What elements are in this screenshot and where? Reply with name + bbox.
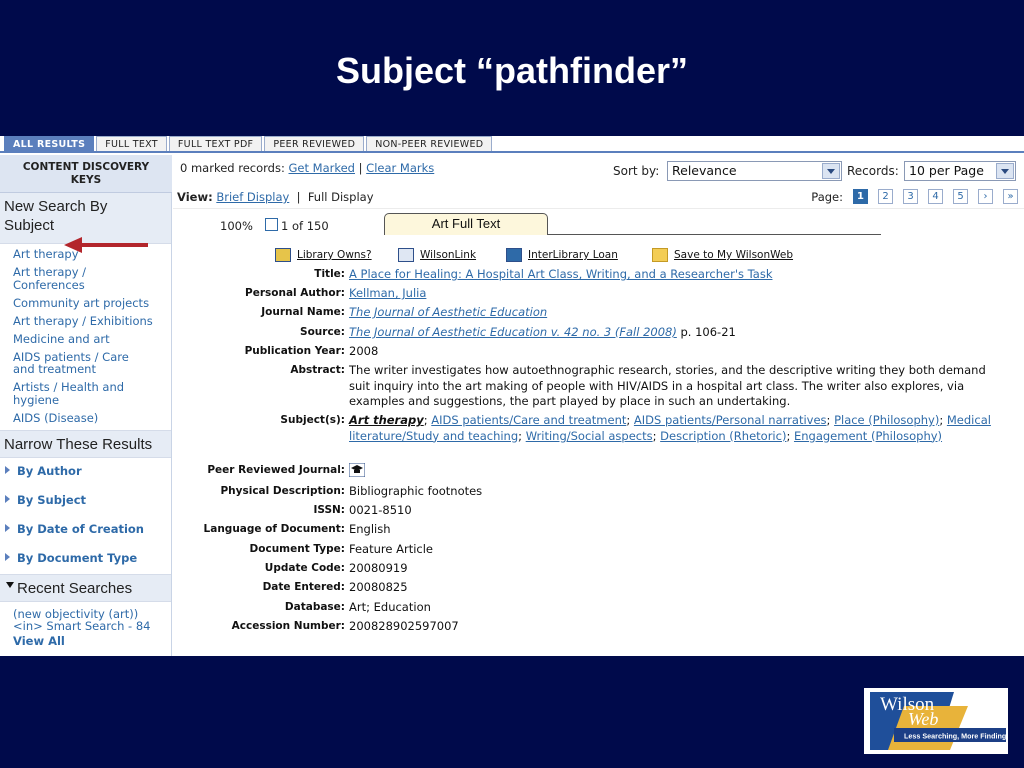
interlibrary-loan-action[interactable]: InterLibrary Loan [506, 248, 618, 262]
toolbar: 0 marked records: Get Marked | Clear Mar… [173, 155, 1024, 186]
recent-searches-heading[interactable]: Recent Searches [0, 573, 171, 602]
subject-link[interactable]: Place (Philosophy) [834, 413, 939, 427]
screenshot: ALL RESULTS FULL TEXT FULL TEXT PDF PEER… [0, 136, 1024, 656]
full-text-tab[interactable]: Art Full Text [384, 213, 548, 235]
slide-title: Subject “pathfinder” [335, 50, 689, 91]
record-bar: 100% 1 of 150 Art Full Text [173, 209, 1024, 239]
tab-all-results[interactable]: ALL RESULTS [4, 136, 95, 151]
ill-icon [506, 248, 522, 262]
clear-marks-link[interactable]: Clear Marks [366, 161, 434, 175]
record-actions: Library Owns? WilsonLink InterLibrary Lo… [173, 239, 1024, 267]
logo-tagline: Less Searching, More Finding [904, 732, 1006, 741]
subject-link[interactable]: Art therapy / Exhibitions [13, 314, 171, 328]
subject-link[interactable]: Community art projects [13, 296, 171, 310]
marked-records: 0 marked records: Get Marked | Clear Mar… [180, 161, 435, 175]
expand-icon [5, 523, 10, 532]
expand-icon [5, 494, 10, 503]
chevron-down-icon [996, 163, 1014, 179]
content-discovery-keys-heading: CONTENT DISCOVERY KEYS [0, 155, 172, 193]
page-5-button[interactable]: 5 [953, 189, 968, 204]
expand-icon [5, 552, 10, 561]
main-panel: 0 marked records: Get Marked | Clear Mar… [173, 155, 1024, 656]
get-marked-link[interactable]: Get Marked [289, 161, 355, 175]
narrow-by-document-type[interactable]: By Document Type [0, 545, 171, 574]
wilsonweb-logo: Wilson Web Less Searching, More Finding [864, 688, 1008, 754]
sort-select[interactable]: Relevance [667, 161, 842, 181]
mark-record-checkbox[interactable] [265, 218, 278, 231]
logo-text-bottom: Web [908, 709, 938, 729]
zoom-level: 100% [220, 219, 253, 233]
page-2-button[interactable]: 2 [878, 189, 893, 204]
red-arrow-icon [64, 237, 148, 253]
subject-link[interactable]: Writing/Social aspects [526, 429, 653, 443]
brief-display-link[interactable]: Brief Display [216, 190, 289, 204]
subject-link[interactable]: Engagement (Philosophy) [794, 429, 942, 443]
graduation-cap-icon [348, 462, 366, 478]
records-per-page-select[interactable]: 10 per Page [904, 161, 1016, 181]
record-count: 1 of 150 [281, 219, 329, 233]
folder-icon [652, 248, 668, 262]
expand-icon [5, 465, 10, 474]
source-link[interactable]: The Journal of Aesthetic Education v. 42… [349, 325, 677, 339]
view-row: View: Brief Display | Full Display Page:… [173, 186, 1024, 209]
subject-link[interactable]: AIDS patients/Personal narratives [634, 413, 827, 427]
save-to-wilsonweb-action[interactable]: Save to My WilsonWeb [652, 248, 793, 262]
page-4-button[interactable]: 4 [928, 189, 943, 204]
wilsonlink-icon [398, 248, 414, 262]
result-tabs: ALL RESULTS FULL TEXT FULL TEXT PDF PEER… [0, 136, 1024, 153]
subject-link[interactable]: Art therapy [349, 413, 424, 427]
view-options: View: Brief Display | Full Display [177, 190, 374, 204]
subject-link[interactable]: Art therapy / Conferences [13, 266, 123, 291]
tab-full-text[interactable]: FULL TEXT [96, 136, 167, 151]
tab-full-text-pdf[interactable]: FULL TEXT PDF [168, 136, 263, 151]
chevron-down-icon [822, 163, 840, 179]
library-icon [275, 248, 291, 262]
journal-link[interactable]: The Journal of Aesthetic Education [349, 305, 547, 319]
narrow-results-heading: Narrow These Results [0, 429, 171, 458]
author-link[interactable]: Kellman, Julia [349, 286, 426, 300]
subject-link[interactable]: AIDS (Disease) [13, 411, 171, 425]
tab-divider [548, 234, 881, 235]
sidebar: CONTENT DISCOVERY KEYS New Search By Sub… [0, 155, 172, 656]
title-link[interactable]: A Place for Healing: A Hospital Art Clas… [349, 267, 772, 281]
pagination: Page: 1 2 3 4 5 › » [811, 189, 1018, 204]
narrow-by-subject[interactable]: By Subject [0, 487, 171, 516]
subject-link[interactable]: Description (Rhetoric) [660, 429, 786, 443]
recent-search-link[interactable]: (new objectivity (art)) <in> Smart Searc… [0, 602, 165, 633]
subject-link[interactable]: AIDS patients/Care and treatment [431, 413, 626, 427]
records-label: Records: [847, 164, 899, 178]
page-1-button[interactable]: 1 [853, 189, 868, 204]
subject-list: Art therapy Art therapy / Conferences Co… [0, 244, 171, 424]
full-display-label: Full Display [307, 190, 374, 204]
library-owns-action[interactable]: Library Owns? [275, 248, 372, 262]
view-all-link[interactable]: View All [0, 633, 171, 648]
page-3-button[interactable]: 3 [903, 189, 918, 204]
wilsonlink-action[interactable]: WilsonLink [398, 248, 476, 262]
subject-link[interactable]: Artists / Health and hygiene [13, 381, 143, 406]
tab-non-peer-reviewed[interactable]: NON-PEER REVIEWED [366, 136, 493, 151]
last-page-button[interactable]: » [1003, 189, 1018, 204]
sort-by-label: Sort by: [613, 164, 660, 178]
subject-link[interactable]: Medicine and art [13, 332, 171, 346]
narrow-by-date[interactable]: By Date of Creation [0, 516, 171, 545]
next-page-button[interactable]: › [978, 189, 993, 204]
collapse-icon [6, 581, 14, 588]
subject-link[interactable]: AIDS patients / Care and treatment [13, 350, 153, 376]
tab-peer-reviewed[interactable]: PEER REVIEWED [264, 136, 365, 151]
narrow-by-author[interactable]: By Author [0, 458, 171, 487]
